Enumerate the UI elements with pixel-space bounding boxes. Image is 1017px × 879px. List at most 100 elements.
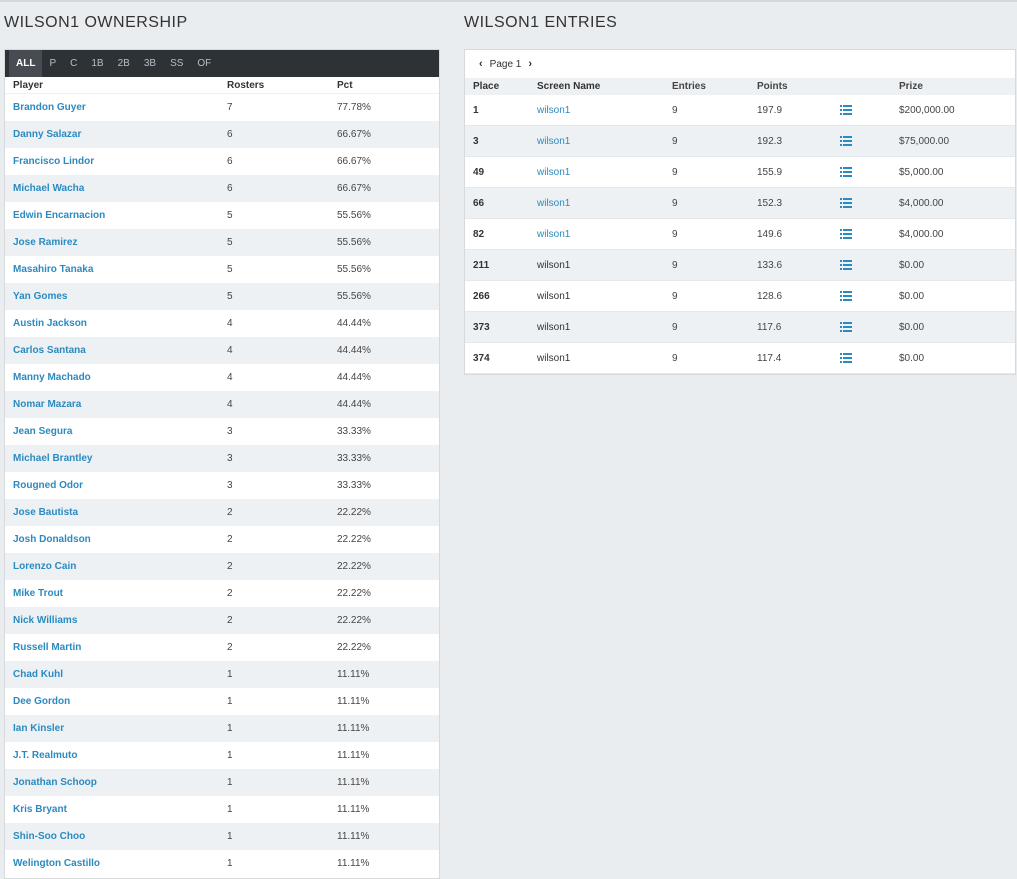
player-link[interactable]: Rougned Odor bbox=[13, 480, 83, 491]
rosters-count: 2 bbox=[227, 507, 233, 518]
ownership-table-header: Player Rosters Pct bbox=[5, 77, 439, 94]
screen-name: wilson1 bbox=[537, 352, 571, 364]
lineup-list-icon[interactable] bbox=[840, 105, 852, 115]
rosters-count: 1 bbox=[227, 696, 233, 707]
ownership-pct: 33.33% bbox=[337, 426, 371, 437]
player-link[interactable]: Dee Gordon bbox=[13, 696, 70, 707]
player-link[interactable]: Ian Kinsler bbox=[13, 723, 64, 734]
player-link[interactable]: Josh Donaldson bbox=[13, 534, 91, 545]
player-link[interactable]: J.T. Realmuto bbox=[13, 750, 77, 761]
ownership-pct: 22.22% bbox=[337, 642, 371, 653]
ownership-pct: 66.67% bbox=[337, 183, 371, 194]
column-header-pct[interactable]: Pct bbox=[337, 80, 437, 91]
position-tab-3b[interactable]: 3B bbox=[137, 50, 163, 77]
player-link[interactable]: Nomar Mazara bbox=[13, 399, 81, 410]
screen-name[interactable]: wilson1 bbox=[537, 136, 570, 147]
screen-name[interactable]: wilson1 bbox=[537, 229, 570, 240]
lineup-list-icon[interactable] bbox=[840, 353, 852, 363]
ownership-row: Jose Ramirez 5 55.56% bbox=[5, 229, 439, 256]
lineup-list-icon[interactable] bbox=[840, 322, 852, 332]
screen-name[interactable]: wilson1 bbox=[537, 167, 570, 178]
lineup-list-icon[interactable] bbox=[840, 136, 852, 146]
player-link[interactable]: Edwin Encarnacion bbox=[13, 210, 105, 221]
rosters-count: 4 bbox=[227, 399, 233, 410]
column-header-points[interactable]: Points bbox=[757, 81, 837, 92]
ownership-row: Dee Gordon 1 11.11% bbox=[5, 688, 439, 715]
player-link[interactable]: Michael Wacha bbox=[13, 183, 84, 194]
chevron-right-icon[interactable]: › bbox=[524, 58, 536, 70]
position-tab-2b[interactable]: 2B bbox=[111, 50, 137, 77]
entry-row: 1 wilson1 9 197.9 $200,000.00 bbox=[465, 95, 1015, 126]
ownership-pct: 66.67% bbox=[337, 129, 371, 140]
entry-count: 9 bbox=[672, 166, 678, 178]
lineup-list-icon[interactable] bbox=[840, 167, 852, 177]
player-link[interactable]: Danny Salazar bbox=[13, 129, 81, 140]
player-link[interactable]: Carlos Santana bbox=[13, 345, 86, 356]
rosters-count: 1 bbox=[227, 777, 233, 788]
column-header-prize[interactable]: Prize bbox=[899, 81, 1009, 92]
entry-place: 66 bbox=[473, 197, 485, 209]
player-link[interactable]: Nick Williams bbox=[13, 615, 77, 626]
ownership-pct: 44.44% bbox=[337, 345, 371, 356]
entry-prize: $5,000.00 bbox=[899, 166, 944, 178]
position-tab-p[interactable]: P bbox=[42, 50, 63, 77]
player-link[interactable]: Chad Kuhl bbox=[13, 669, 63, 680]
entry-row: 49 wilson1 9 155.9 $5,000.00 bbox=[465, 157, 1015, 188]
lineup-list-icon[interactable] bbox=[840, 229, 852, 239]
position-tab-all[interactable]: ALL bbox=[9, 50, 43, 77]
entry-row: 211 wilson1 9 133.6 $0.00 bbox=[465, 250, 1015, 281]
ownership-row: Francisco Lindor 6 66.67% bbox=[5, 148, 439, 175]
lineup-list-icon[interactable] bbox=[840, 291, 852, 301]
chevron-left-icon[interactable]: ‹ bbox=[475, 58, 487, 70]
position-tab-of[interactable]: OF bbox=[190, 50, 218, 77]
player-link[interactable]: Francisco Lindor bbox=[13, 156, 94, 167]
column-header-player[interactable]: Player bbox=[5, 80, 227, 91]
entry-place: 266 bbox=[473, 290, 490, 302]
column-header-rosters[interactable]: Rosters bbox=[227, 80, 337, 91]
top-border bbox=[0, 0, 1017, 2]
rosters-count: 4 bbox=[227, 372, 233, 383]
player-link[interactable]: Lorenzo Cain bbox=[13, 561, 76, 572]
player-link[interactable]: Russell Martin bbox=[13, 642, 81, 653]
player-link[interactable]: Mike Trout bbox=[13, 588, 63, 599]
entry-count: 9 bbox=[672, 352, 678, 364]
ownership-pct: 11.11% bbox=[337, 858, 370, 869]
player-link[interactable]: Michael Brantley bbox=[13, 453, 92, 464]
player-link[interactable]: Jose Ramirez bbox=[13, 237, 77, 248]
ownership-row: Brandon Guyer 7 77.78% bbox=[5, 94, 439, 121]
lineup-list-icon[interactable] bbox=[840, 198, 852, 208]
ownership-row: Rougned Odor 3 33.33% bbox=[5, 472, 439, 499]
column-header-entries[interactable]: Entries bbox=[672, 81, 757, 92]
ownership-row: Michael Wacha 6 66.67% bbox=[5, 175, 439, 202]
column-header-place[interactable]: Place bbox=[465, 81, 537, 92]
ownership-row: Kris Bryant 1 11.11% bbox=[5, 796, 439, 823]
lineup-list-icon[interactable] bbox=[840, 260, 852, 270]
player-link[interactable]: Yan Gomes bbox=[13, 291, 67, 302]
column-header-screen-name[interactable]: Screen Name bbox=[537, 81, 672, 92]
screen-name[interactable]: wilson1 bbox=[537, 198, 570, 209]
player-link[interactable]: Welington Castillo bbox=[13, 858, 100, 869]
player-link[interactable]: Jose Bautista bbox=[13, 507, 78, 518]
player-link[interactable]: Masahiro Tanaka bbox=[13, 264, 93, 275]
player-link[interactable]: Shin-Soo Choo bbox=[13, 831, 85, 842]
ownership-row: Edwin Encarnacion 5 55.56% bbox=[5, 202, 439, 229]
position-tab-1b[interactable]: 1B bbox=[84, 50, 110, 77]
ownership-pct: 66.67% bbox=[337, 156, 371, 167]
entry-place: 3 bbox=[473, 135, 479, 147]
entry-points: 133.6 bbox=[757, 259, 783, 271]
ownership-pct: 11.11% bbox=[337, 831, 370, 842]
player-link[interactable]: Manny Machado bbox=[13, 372, 91, 383]
position-tab-c[interactable]: C bbox=[63, 50, 84, 77]
ownership-pct: 22.22% bbox=[337, 615, 371, 626]
player-link[interactable]: Jonathan Schoop bbox=[13, 777, 97, 788]
position-tab-ss[interactable]: SS bbox=[163, 50, 190, 77]
player-link[interactable]: Austin Jackson bbox=[13, 318, 87, 329]
player-link[interactable]: Kris Bryant bbox=[13, 804, 67, 815]
rosters-count: 4 bbox=[227, 318, 233, 329]
screen-name[interactable]: wilson1 bbox=[537, 105, 570, 116]
player-link[interactable]: Jean Segura bbox=[13, 426, 72, 437]
rosters-count: 5 bbox=[227, 264, 233, 275]
ownership-pct: 11.11% bbox=[337, 696, 370, 707]
player-link[interactable]: Brandon Guyer bbox=[13, 102, 86, 113]
rosters-count: 2 bbox=[227, 561, 233, 572]
